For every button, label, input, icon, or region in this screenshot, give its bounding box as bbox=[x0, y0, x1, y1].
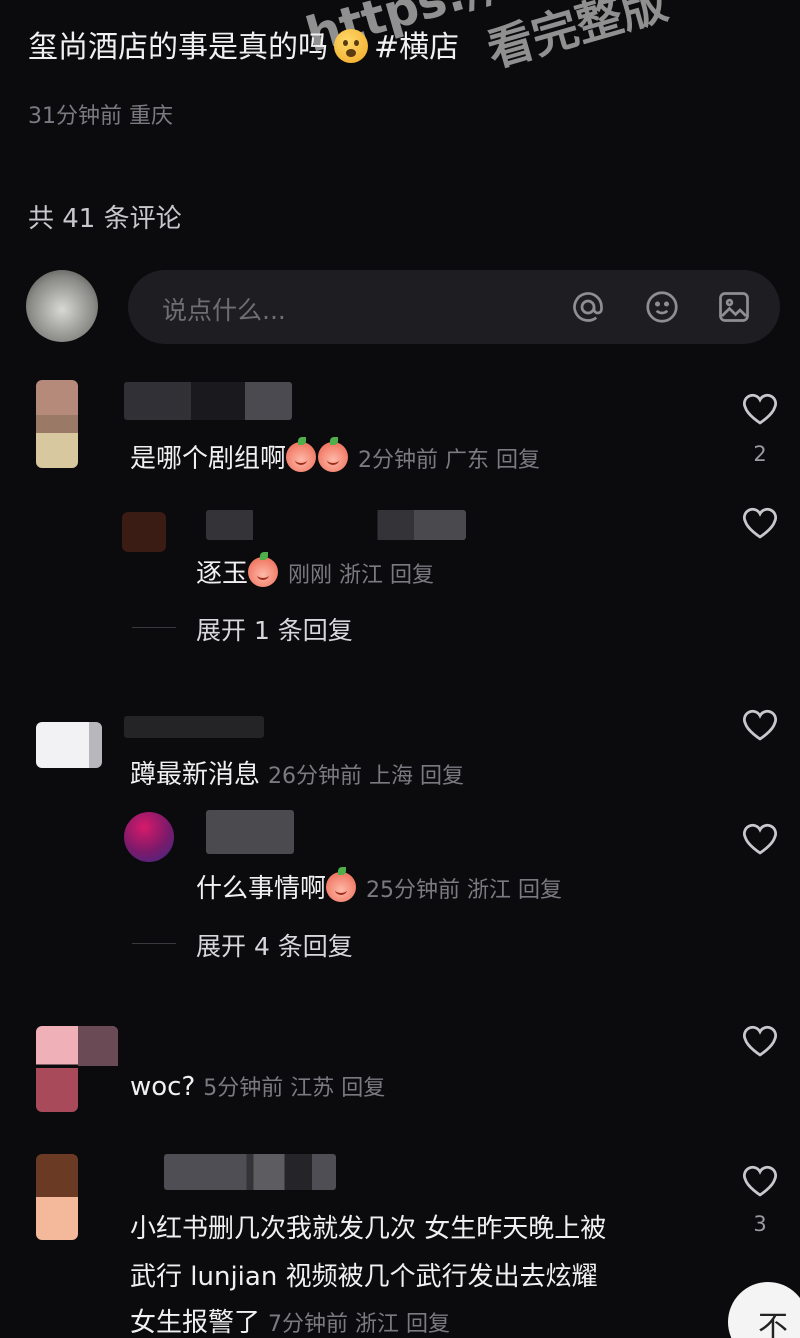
comment-meta: 26分钟前 上海 回复 bbox=[268, 764, 464, 789]
expand-replies-button[interactable]: 展开 4 条回复 bbox=[196, 927, 353, 963]
post-title-text: 玺尚酒店的事是真的吗 bbox=[28, 30, 328, 65]
peach-emoji-icon bbox=[286, 437, 317, 472]
comment-meta: 7分钟前 浙江 回复 bbox=[268, 1312, 450, 1337]
like-count: 2 bbox=[753, 442, 767, 466]
self-avatar[interactable] bbox=[26, 270, 98, 342]
comment-text: woc? bbox=[130, 1072, 196, 1102]
commenter-avatar[interactable] bbox=[36, 380, 78, 468]
commenter-avatar[interactable] bbox=[36, 1154, 78, 1240]
watermark-caption: 看完整版 bbox=[481, 0, 674, 78]
back-to-top-button[interactable]: 不 bbox=[728, 1282, 800, 1338]
emoji-icon[interactable] bbox=[644, 289, 680, 325]
comment-text: 是哪个剧组啊 bbox=[130, 444, 287, 474]
back-to-top-label: 不 bbox=[758, 1310, 788, 1338]
post-meta: 31分钟前 重庆 bbox=[28, 104, 173, 129]
commenter-avatar[interactable] bbox=[36, 722, 102, 768]
peach-emoji-icon bbox=[248, 552, 279, 587]
comment-meta: 25分钟前 浙江 回复 bbox=[366, 878, 562, 903]
comment-input-placeholder: 说点什么... bbox=[162, 296, 286, 325]
comment-input[interactable]: 说点什么... bbox=[128, 270, 780, 344]
post-title: 玺尚酒店的事是真的吗 #横店 bbox=[28, 22, 459, 66]
comment-body: 是哪个剧组啊 2分钟前 广东 回复 bbox=[130, 437, 540, 475]
comment-line-3: 女生报警了 bbox=[130, 1308, 261, 1338]
commenter-name[interactable] bbox=[164, 1154, 336, 1190]
heart-icon[interactable] bbox=[741, 392, 779, 426]
comment-line-2: 武行 lunjian 视频被几个武行发出去炫耀 bbox=[130, 1262, 598, 1292]
replier-name[interactable] bbox=[206, 510, 466, 540]
heart-icon[interactable] bbox=[741, 1024, 779, 1058]
post-hashtag[interactable]: #横店 bbox=[374, 30, 459, 65]
comment-body: 女生报警了 7分钟前 浙江 回复 bbox=[130, 1302, 450, 1338]
heart-icon[interactable] bbox=[741, 822, 779, 856]
reply-body: 什么事情啊 25分钟前 浙江 回复 bbox=[196, 867, 562, 905]
comment-text: 什么事情啊 bbox=[196, 874, 327, 904]
expand-divider bbox=[132, 943, 176, 944]
commenter-name[interactable] bbox=[124, 382, 292, 420]
image-icon[interactable] bbox=[716, 289, 752, 325]
expand-divider bbox=[132, 627, 176, 628]
at-icon[interactable] bbox=[570, 289, 606, 325]
heart-icon[interactable] bbox=[741, 506, 779, 540]
commenter-avatar-part bbox=[78, 1026, 118, 1066]
heart-icon[interactable] bbox=[741, 1164, 779, 1198]
comment-text: 蹲最新消息 bbox=[130, 760, 261, 790]
comment-body: 蹲最新消息 26分钟前 上海 回复 bbox=[130, 754, 464, 791]
heart-icon[interactable] bbox=[741, 708, 779, 742]
replier-name[interactable] bbox=[206, 810, 294, 854]
like-count: 3 bbox=[753, 1212, 767, 1236]
peach-emoji-icon bbox=[318, 437, 349, 472]
peach-emoji-icon bbox=[326, 867, 357, 902]
reply-body: 逐玉 刚刚 浙江 回复 bbox=[196, 552, 435, 590]
worried-face-icon bbox=[334, 29, 368, 63]
comment-count: 共 41 条评论 bbox=[28, 204, 182, 234]
expand-replies-button[interactable]: 展开 1 条回复 bbox=[196, 611, 353, 647]
comment-body: woc? 5分钟前 江苏 回复 bbox=[130, 1070, 385, 1102]
comment-meta: 2分钟前 广东 回复 bbox=[358, 448, 540, 473]
comment-meta: 刚刚 浙江 回复 bbox=[288, 563, 435, 588]
commenter-avatar-part bbox=[36, 1068, 78, 1112]
comment-text: 逐玉 bbox=[196, 559, 249, 589]
replier-avatar[interactable] bbox=[124, 812, 174, 862]
comment-meta: 5分钟前 江苏 回复 bbox=[203, 1076, 386, 1101]
commenter-name[interactable] bbox=[124, 716, 264, 738]
replier-avatar[interactable] bbox=[122, 512, 166, 552]
comment-line-1: 小红书删几次我就发几次 女生昨天晚上被 bbox=[130, 1214, 607, 1244]
